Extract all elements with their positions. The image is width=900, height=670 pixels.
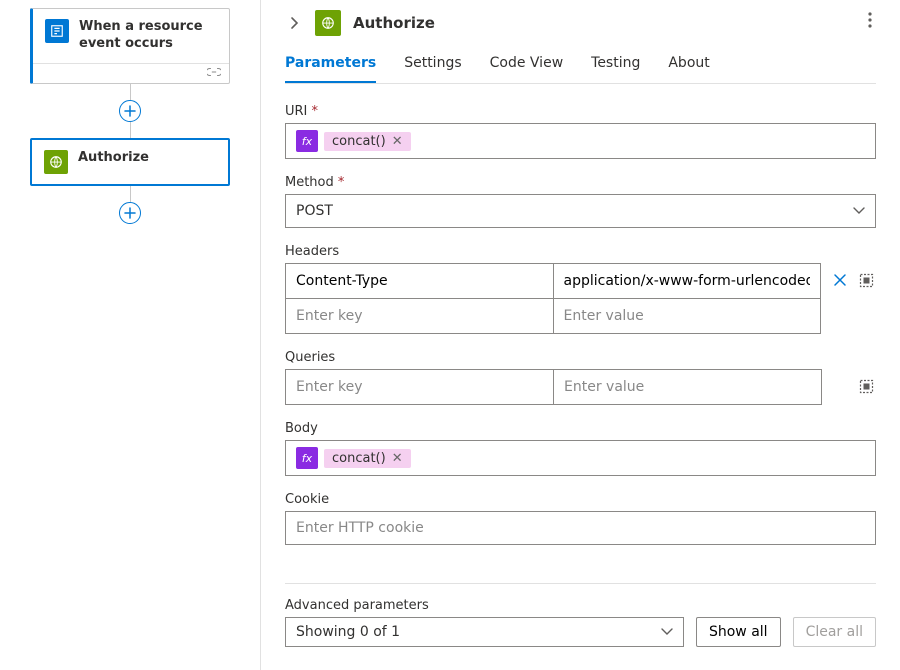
cookie-label: Cookie <box>285 492 876 507</box>
queries-label: Queries <box>285 350 876 365</box>
expression-token-label: concat() <box>332 134 386 149</box>
event-grid-icon <box>45 19 69 43</box>
expression-token-label: concat() <box>332 451 386 466</box>
header-key-input[interactable] <box>296 273 543 289</box>
action-title: Authorize <box>78 150 149 167</box>
http-icon <box>315 10 341 36</box>
queries-grid <box>285 369 822 405</box>
query-value-input[interactable] <box>564 379 811 395</box>
method-label: Method * <box>285 175 876 190</box>
panel-header: Authorize <box>285 8 876 37</box>
method-select[interactable]: POST <box>285 194 876 228</box>
chevron-down-icon <box>853 207 865 215</box>
remove-token-button[interactable]: ✕ <box>392 451 403 466</box>
more-menu-button[interactable] <box>864 8 876 37</box>
header-value-input[interactable] <box>564 308 811 324</box>
designer-canvas: When a resource event occurs Authori <box>0 0 260 670</box>
expression-token[interactable]: concat() ✕ <box>324 132 411 151</box>
headers-row <box>286 264 820 298</box>
tab-settings[interactable]: Settings <box>404 55 461 83</box>
tab-code-view[interactable]: Code View <box>490 55 564 83</box>
switch-to-text-mode-button[interactable] <box>857 377 876 396</box>
body-input[interactable]: fx concat() ✕ <box>285 440 876 476</box>
query-key-input[interactable] <box>296 379 543 395</box>
collapse-chevron-icon[interactable] <box>285 12 303 34</box>
cookie-input[interactable] <box>296 520 865 536</box>
show-all-button[interactable]: Show all <box>696 617 781 647</box>
add-step-button[interactable] <box>119 100 141 122</box>
headers-label: Headers <box>285 244 876 259</box>
chevron-down-icon <box>661 628 673 636</box>
expression-token[interactable]: concat() ✕ <box>324 449 411 468</box>
canvas-connector <box>20 84 240 138</box>
tab-testing[interactable]: Testing <box>591 55 640 83</box>
remove-header-button[interactable] <box>831 271 849 289</box>
tab-parameters[interactable]: Parameters <box>285 55 376 83</box>
fx-icon: fx <box>296 130 318 152</box>
trigger-title: When a resource event occurs <box>79 19 217 53</box>
panel-title: Authorize <box>353 14 435 32</box>
headers-grid <box>285 263 821 334</box>
clear-all-button: Clear all <box>793 617 876 647</box>
uri-label: URI * <box>285 104 876 119</box>
section-divider <box>285 583 876 584</box>
fx-icon: fx <box>296 447 318 469</box>
action-settings-panel: Authorize Parameters Settings Code View … <box>260 0 900 670</box>
add-step-button[interactable] <box>119 202 141 224</box>
header-key-input[interactable] <box>296 308 543 324</box>
advanced-select-value: Showing 0 of 1 <box>296 624 400 640</box>
switch-to-text-mode-button[interactable] <box>857 271 876 290</box>
body-label: Body <box>285 421 876 436</box>
remove-token-button[interactable]: ✕ <box>392 134 403 149</box>
link-icon <box>207 65 221 81</box>
tab-about[interactable]: About <box>668 55 709 83</box>
uri-input[interactable]: fx concat() ✕ <box>285 123 876 159</box>
method-value: POST <box>296 203 333 219</box>
canvas-action-node[interactable]: Authorize <box>30 138 230 186</box>
cookie-input-wrapper <box>285 511 876 545</box>
canvas-trigger-node[interactable]: When a resource event occurs <box>30 8 230 84</box>
queries-row-new <box>286 370 821 404</box>
headers-row-new <box>286 298 820 333</box>
canvas-connector-tail <box>20 186 240 224</box>
panel-tabs: Parameters Settings Code View Testing Ab… <box>285 55 876 84</box>
http-icon <box>44 150 68 174</box>
advanced-label: Advanced parameters <box>285 598 876 613</box>
header-value-input[interactable] <box>564 273 811 289</box>
advanced-parameters-select[interactable]: Showing 0 of 1 <box>285 617 684 647</box>
